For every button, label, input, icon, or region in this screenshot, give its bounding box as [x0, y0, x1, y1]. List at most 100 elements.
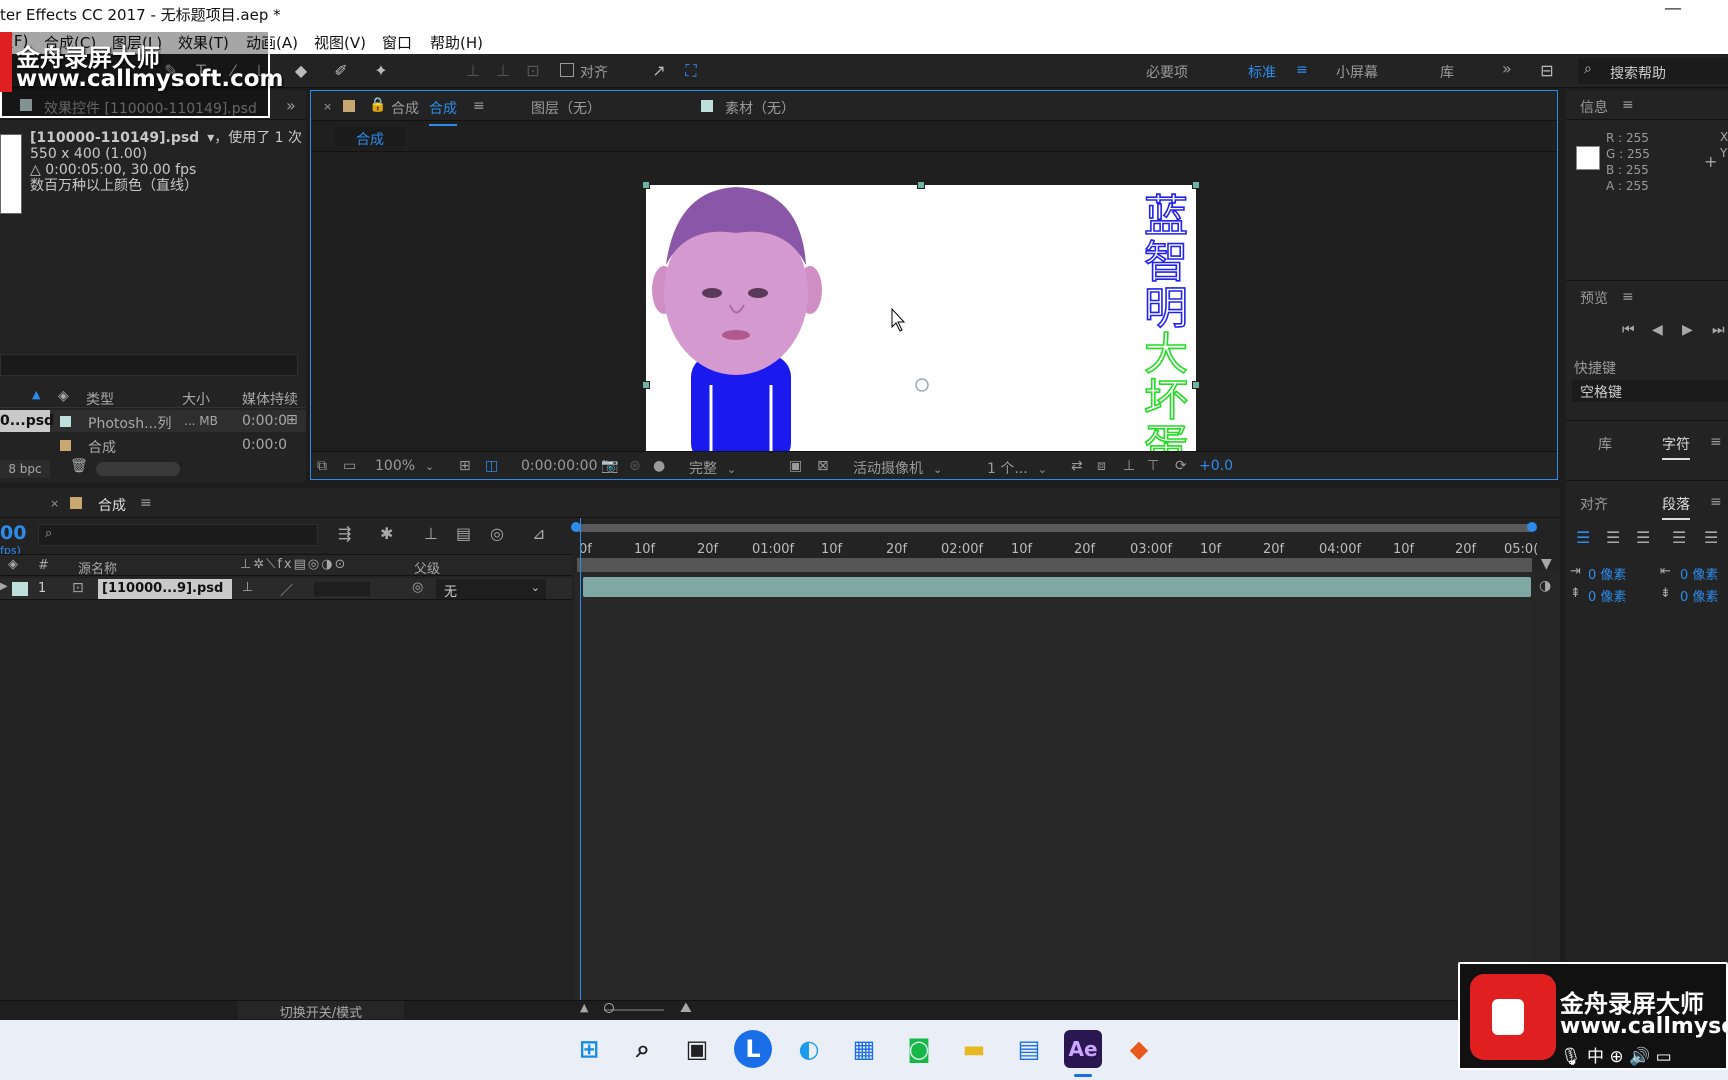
transform-handle[interactable]	[1192, 181, 1200, 189]
reset-exposure-icon[interactable]: ⟳	[1175, 458, 1187, 474]
transparency-grid-icon[interactable]: ◫	[485, 458, 498, 474]
trash-icon[interactable]: 🗑	[70, 458, 88, 474]
info-panel-menu-icon[interactable]: ≡	[1622, 97, 1634, 113]
project-item-psd[interactable]: 0...psd Photosh...列 ... MB 0:00:0 ⊞	[0, 410, 306, 432]
axis-world-icon[interactable]: ⊥	[492, 60, 514, 82]
transform-handle[interactable]	[1192, 381, 1200, 389]
comp-breadcrumb[interactable]: 合成	[335, 127, 405, 148]
fast-previews-icon[interactable]: ⧈	[1097, 458, 1106, 474]
frame-blending-icon[interactable]: ▤	[456, 524, 471, 543]
workspace-menu-icon[interactable]: ≡	[1296, 62, 1308, 78]
edge-browser-icon[interactable]: ◐	[790, 1030, 828, 1068]
pick-whip-icon[interactable]: ◎	[412, 580, 423, 595]
more-workspaces-icon[interactable]: »	[1502, 59, 1512, 78]
quality-switch-icon[interactable]: ／	[280, 580, 293, 599]
column-index[interactable]: #	[38, 558, 49, 573]
transform-handle[interactable]	[642, 381, 650, 389]
panel-overflow-icon[interactable]: »	[286, 96, 296, 115]
project-item-comp[interactable]: 合成 0:00:0	[0, 434, 306, 456]
region-of-interest-icon[interactable]: ▣	[789, 458, 802, 474]
tab-composition[interactable]: 合成	[391, 98, 419, 118]
color-channels-icon[interactable]: ●	[653, 458, 665, 474]
layer-label-color[interactable]	[12, 582, 28, 596]
file-explorer-icon[interactable]: ▬	[955, 1030, 993, 1068]
search-help-box[interactable]: ⌕ 搜索帮助	[1578, 58, 1728, 84]
close-tab-icon[interactable]: ×	[50, 497, 59, 510]
workspace-standard[interactable]: 标准	[1248, 62, 1276, 82]
monitor-icon[interactable]: ▭	[343, 458, 356, 474]
play-icon[interactable]: ▶	[1682, 322, 1693, 338]
minimize-button[interactable]: —	[1664, 0, 1682, 19]
timeline-search-input[interactable]: ⌕	[38, 524, 318, 546]
views-dropdown[interactable]: 1 个...	[987, 458, 1047, 478]
tab-timeline-comp[interactable]: 合成	[98, 495, 126, 515]
toggle-transparency-icon[interactable]: ⊠	[817, 458, 829, 474]
current-time-display[interactable]: 0:00:00:00	[521, 458, 598, 474]
after-effects-icon[interactable]: Ae	[1064, 1030, 1102, 1068]
layer-switches[interactable]	[314, 582, 370, 596]
tab-paragraph[interactable]: 段落	[1662, 494, 1690, 520]
shortcut-dropdown[interactable]: 空格键	[1572, 380, 1728, 402]
composition-viewer[interactable]: 蓝 智 明 大 坏 蛋	[642, 181, 1200, 473]
toggle-switches-modes-button[interactable]: 切换开关/模式	[238, 1001, 404, 1021]
previous-frame-icon[interactable]: ◀	[1652, 322, 1663, 338]
comp-mini-flowchart-icon[interactable]: ⇶	[338, 524, 351, 543]
paint-icon[interactable]: ◆	[1120, 1030, 1158, 1068]
zoom-dropdown[interactable]: 100%	[375, 458, 434, 474]
align-center-icon[interactable]: ☰	[1606, 528, 1620, 547]
justify-all-icon[interactable]: ☰	[1704, 528, 1718, 547]
project-search-input[interactable]	[0, 354, 298, 376]
timeline-current-time[interactable]: 00	[0, 522, 26, 544]
space-before-value[interactable]: 0 像素	[1588, 586, 1626, 605]
store-icon[interactable]: ▦	[845, 1030, 883, 1068]
character-panel-menu-icon[interactable]: ≡	[1710, 434, 1722, 450]
preview-panel-title[interactable]: 预览	[1580, 288, 1608, 308]
transform-handle[interactable]	[917, 181, 925, 189]
roto-brush-icon[interactable]: ✐	[330, 60, 352, 82]
tab-character[interactable]: 字符	[1662, 434, 1690, 460]
align-left-icon[interactable]: ☰	[1576, 528, 1590, 547]
tab-composition-name[interactable]: 合成	[429, 98, 457, 126]
playhead-indicator[interactable]	[580, 518, 581, 1020]
navigator-end-handle[interactable]	[1527, 522, 1537, 532]
app-l-icon[interactable]: L	[734, 1030, 772, 1068]
task-view-icon[interactable]: ▣	[678, 1030, 716, 1068]
align-right-icon[interactable]: ☰	[1636, 528, 1650, 547]
region-icon[interactable]: ⊞	[459, 458, 471, 474]
indent-left-value[interactable]: 0 像素	[1588, 564, 1626, 583]
column-size[interactable]: 大小	[182, 389, 210, 409]
snapping-target-icon[interactable]: ⛶	[680, 60, 702, 82]
start-icon[interactable]: ⊞	[570, 1030, 608, 1068]
menu-help[interactable]: 帮助(H)	[430, 32, 483, 53]
column-source-name[interactable]: 源名称	[78, 558, 117, 577]
flowchart-icon[interactable]: ⊤	[1147, 458, 1159, 474]
tab-align[interactable]: 对齐	[1580, 494, 1608, 514]
notepad-icon[interactable]: ▤	[1010, 1030, 1048, 1068]
snap-icon[interactable]: ↗	[648, 60, 670, 82]
lock-icon[interactable]: 🔒	[369, 97, 386, 113]
eraser-tool-icon[interactable]: ◆	[290, 60, 312, 82]
always-preview-icon[interactable]: ⧉	[317, 458, 327, 474]
justify-icon[interactable]: ☰	[1672, 528, 1686, 547]
tab-footage[interactable]: 素材（无）	[725, 98, 795, 118]
column-type[interactable]: 类型	[86, 389, 114, 409]
align-checkbox[interactable]	[560, 63, 574, 77]
shy-layers-icon[interactable]: ⊥	[424, 524, 438, 543]
transform-handle[interactable]	[642, 181, 650, 189]
comp-panel-menu-icon[interactable]: ≡	[473, 98, 485, 114]
workspace-essentials[interactable]: 必要项	[1146, 62, 1188, 82]
bit-depth-button[interactable]: 8 bpc	[0, 460, 50, 478]
graph-editor-icon[interactable]: ⊿	[532, 524, 545, 543]
tab-layer[interactable]: 图层（无）	[531, 98, 601, 118]
column-media-duration[interactable]: 媒体持续	[242, 389, 298, 409]
draft-3d-icon[interactable]: ✱	[380, 524, 393, 543]
column-parent[interactable]: 父级	[414, 558, 440, 577]
parent-dropdown[interactable]: 无 ⌄	[436, 579, 546, 600]
axis-view-icon[interactable]: ⊡	[522, 60, 544, 82]
label-tag-icon[interactable]: ◈	[8, 557, 18, 572]
first-frame-icon[interactable]: ⏮	[1622, 322, 1635, 338]
indent-right-value[interactable]: 0 像素	[1680, 564, 1718, 583]
tab-libraries[interactable]: 库	[1598, 434, 1612, 454]
camera-dropdown[interactable]: 活动摄像机	[853, 458, 942, 478]
work-area-navigator[interactable]	[575, 524, 1533, 532]
